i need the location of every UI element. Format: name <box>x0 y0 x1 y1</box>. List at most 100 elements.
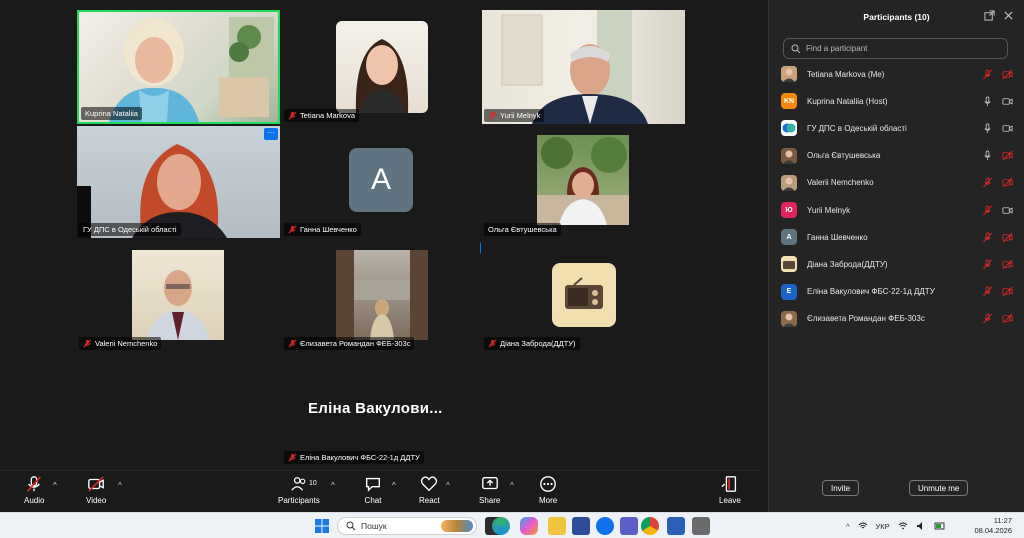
video-tile[interactable]: Valerii Nemchenko <box>77 240 280 352</box>
participant-row[interactable]: ГУ ДПС в Одеській області <box>781 119 1013 137</box>
zoom-icon[interactable] <box>596 517 614 535</box>
mic-muted-icon <box>288 111 297 120</box>
participant-row[interactable]: Єлизавета Романдан ФЕБ-303с <box>781 310 1013 328</box>
avatar-initial: A <box>370 163 391 196</box>
participant-row[interactable]: KN Kuprina Nataliia (Host) <box>781 92 1013 110</box>
word-icon[interactable] <box>667 517 685 535</box>
invite-button[interactable]: Invite <box>822 480 860 496</box>
participants-options-caret[interactable]: ^ <box>331 481 335 490</box>
file-explorer-icon[interactable] <box>548 517 566 535</box>
radio-icon <box>565 277 603 309</box>
audio-button[interactable]: Audio <box>24 475 44 505</box>
participant-row[interactable]: Ольга Євтушевська <box>781 147 1013 165</box>
chat-options-caret[interactable]: ^ <box>392 481 396 490</box>
more-button[interactable]: More <box>539 475 557 505</box>
video-icon[interactable] <box>1002 123 1013 134</box>
taskbar-search[interactable]: Пошук <box>337 517 477 535</box>
participant-video <box>79 12 278 122</box>
mic-muted-icon[interactable] <box>982 69 993 80</box>
person-illustration <box>109 17 274 122</box>
video-options-caret[interactable]: ^ <box>118 481 122 490</box>
network-icon[interactable] <box>858 521 868 531</box>
video-off-icon[interactable] <box>1002 313 1013 324</box>
wifi-icon[interactable] <box>898 521 908 531</box>
participant-avatar <box>781 310 797 327</box>
participant-name-tag: Ганна Шевченко <box>284 223 361 236</box>
participant-row[interactable]: Tetiana Markova (Me) <box>781 65 1013 83</box>
share-button[interactable]: Share <box>479 475 500 505</box>
pop-out-icon[interactable] <box>984 10 995 21</box>
video-tile[interactable]: ··· ··· Ольга Євтушевська <box>467 126 685 254</box>
mic-icon[interactable] <box>982 123 993 134</box>
video-off-icon[interactable] <box>1002 259 1013 270</box>
video-tile[interactable]: Діана Заброда(ДДТУ) <box>482 240 685 352</box>
leave-button[interactable]: Leave <box>719 475 741 505</box>
participant-row[interactable]: Valerii Nemchenko <box>781 174 1013 192</box>
edge-icon[interactable] <box>492 517 510 535</box>
video-off-icon <box>88 476 105 492</box>
participant-row[interactable]: E Еліна Вакулович ФБС-22-1д ДДТУ <box>781 283 1013 301</box>
video-tile[interactable]: Tetiana Markova <box>282 10 480 124</box>
video-icon[interactable] <box>1002 205 1013 216</box>
start-button[interactable] <box>313 517 331 535</box>
video-gallery: Kuprina Nataliia Tetiana Markova Yurii M… <box>0 0 763 470</box>
avatar-photo <box>781 66 797 82</box>
react-options-caret[interactable]: ^ <box>446 481 450 490</box>
chrome-icon[interactable] <box>641 517 659 535</box>
more-icon <box>540 476 556 492</box>
react-button[interactable]: React <box>419 475 440 505</box>
participant-name-tag: Еліна Вакулович ФБС-22-1д ДДТУ <box>284 451 424 464</box>
mic-muted-icon[interactable] <box>982 205 993 216</box>
video-icon[interactable] <box>1002 96 1013 107</box>
close-icon[interactable] <box>1003 10 1014 21</box>
search-icon <box>346 521 356 531</box>
participant-video <box>537 135 629 225</box>
video-off-icon[interactable] <box>1002 177 1013 188</box>
active-speaker-name: Еліна Вакулови... <box>308 400 443 417</box>
share-options-caret[interactable]: ^ <box>510 481 514 490</box>
mic-muted-icon[interactable] <box>982 259 993 270</box>
mic-muted-icon[interactable] <box>982 286 993 297</box>
volume-icon[interactable] <box>916 521 926 531</box>
unmute-me-button[interactable]: Unmute me <box>909 480 969 496</box>
teams-icon[interactable] <box>620 517 638 535</box>
video-tile[interactable]: Yurii Melnyk <box>482 10 685 124</box>
participant-row[interactable]: Діана Заброда(ДДТУ) <box>781 255 1013 273</box>
chat-label: Chat <box>364 496 382 505</box>
person-illustration <box>355 39 409 113</box>
mic-muted-icon <box>288 339 297 348</box>
mic-icon[interactable] <box>982 150 993 161</box>
audio-options-caret[interactable]: ^ <box>53 481 57 490</box>
mic-icon[interactable] <box>982 96 993 107</box>
participant-row[interactable]: A Ганна Шевченко <box>781 228 1013 246</box>
video-app-icon[interactable] <box>572 517 590 535</box>
keyboard-language[interactable]: УКР <box>876 522 890 531</box>
participant-search[interactable] <box>783 38 1008 59</box>
chevron-up-icon[interactable]: ^ <box>846 522 850 531</box>
tile-more-button[interactable]: ··· <box>264 128 278 140</box>
video-off-icon[interactable] <box>1002 150 1013 161</box>
mic-muted-icon[interactable] <box>982 177 993 188</box>
react-label: React <box>419 496 440 505</box>
participant-row[interactable]: Ю Yurii Melnyk <box>781 201 1013 219</box>
video-off-icon[interactable] <box>1002 286 1013 297</box>
mic-muted-icon <box>288 225 297 234</box>
system-clock[interactable]: 11:27 08.04.2026 <box>974 516 1012 536</box>
battery-icon[interactable] <box>934 521 946 531</box>
copilot-icon[interactable] <box>520 517 538 535</box>
video-off-icon[interactable] <box>1002 69 1013 80</box>
video-tile[interactable]: Єлизавета Романдан ФЕБ-303с <box>282 240 480 352</box>
system-tray: ^ УКР <box>846 513 946 538</box>
video-tile[interactable]: ··· ГУ ДПС в Одеській області <box>77 126 280 238</box>
chat-button[interactable]: Chat <box>364 475 382 505</box>
video-off-icon[interactable] <box>1002 232 1013 243</box>
avatar-photo <box>781 310 797 327</box>
calculator-icon[interactable] <box>692 517 710 535</box>
video-label: Video <box>86 496 107 505</box>
mic-muted-icon[interactable] <box>982 232 993 243</box>
video-tile[interactable]: Kuprina Nataliia <box>77 10 280 124</box>
mic-muted-icon[interactable] <box>982 313 993 324</box>
video-tile[interactable]: A Ганна Шевченко <box>282 126 480 238</box>
search-input[interactable] <box>806 44 996 53</box>
video-button[interactable]: Video <box>86 475 106 505</box>
